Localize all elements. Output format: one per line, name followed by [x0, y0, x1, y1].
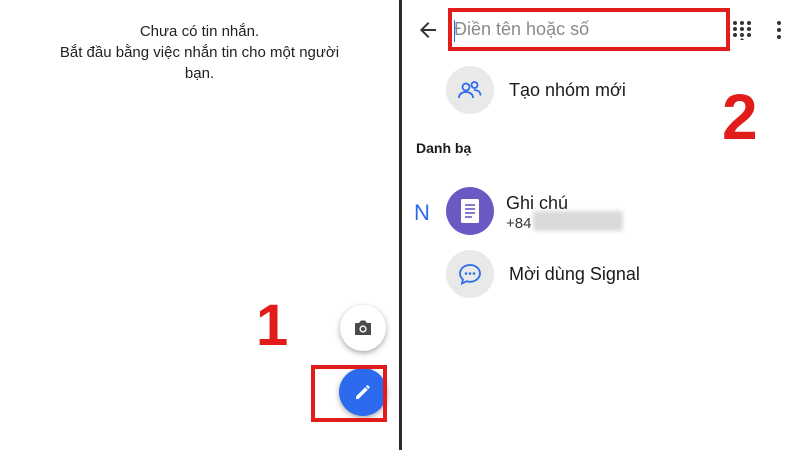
empty-state-message: Chưa có tin nhắn. Bắt đầu bằng việc nhắn…: [0, 21, 399, 84]
blurred-phone-digits: [533, 211, 623, 231]
contact-phone: +84: [506, 215, 532, 232]
new-message-screen: 2 Tạo nhóm mới Danh bạ N Ghi chú +84: [402, 0, 800, 450]
chat-bubble-icon: [459, 264, 481, 285]
new-group-label: Tạo nhóm mới: [509, 80, 626, 100]
invite-label: Mời dùng Signal: [509, 264, 640, 284]
empty-state-subtitle: Bắt đầu bằng việc nhắn tin cho một người…: [59, 44, 340, 82]
invite-row[interactable]: Mời dùng Signal: [402, 250, 800, 300]
camera-icon: [355, 320, 371, 335]
note-icon: [461, 199, 479, 223]
back-arrow-icon[interactable]: [416, 18, 440, 42]
highlight-box-compose: [311, 365, 387, 422]
step-number-1: 1: [256, 293, 289, 358]
new-group-icon-circle: [446, 66, 494, 114]
alphabet-index-letter: N: [414, 200, 430, 225]
more-options-icon[interactable]: [774, 20, 784, 40]
conversation-list-screen: Chưa có tin nhắn. Bắt đầu bằng việc nhắn…: [0, 0, 399, 450]
contacts-section-header: Danh bạ: [416, 140, 472, 156]
invite-icon-circle: [446, 250, 494, 298]
dialpad-icon[interactable]: [732, 20, 752, 40]
empty-state-title: Chưa có tin nhắn.: [139, 23, 260, 40]
highlight-box-search: [448, 8, 730, 51]
group-icon: [458, 81, 482, 99]
camera-button[interactable]: [340, 305, 386, 351]
contact-avatar[interactable]: [446, 187, 494, 235]
new-group-row[interactable]: Tạo nhóm mới: [402, 66, 800, 116]
